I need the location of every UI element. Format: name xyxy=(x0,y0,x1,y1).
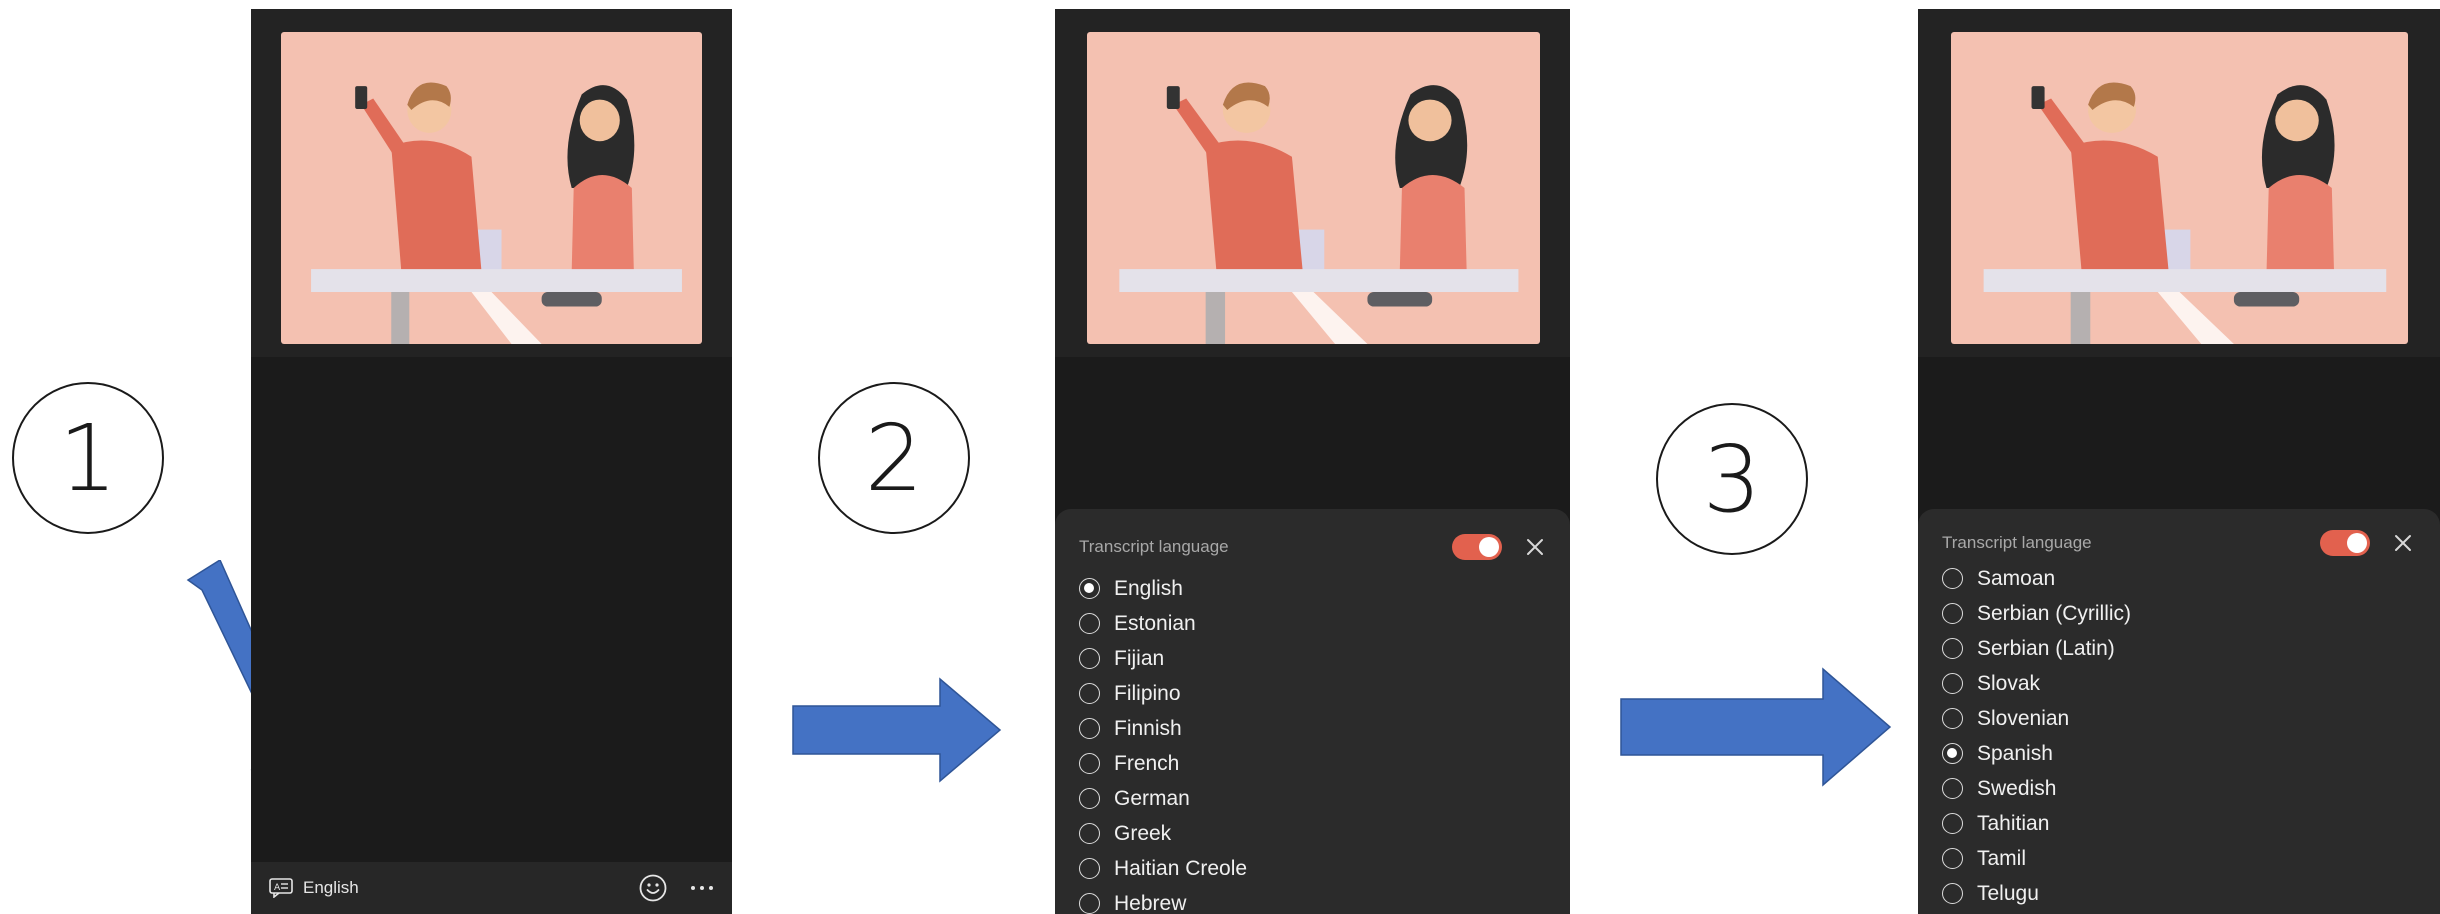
sheet-title: Transcript language xyxy=(1079,537,1229,556)
step-2-circle: 2 xyxy=(818,382,970,534)
language-option[interactable]: Tahitian xyxy=(1942,806,2416,841)
language-list: Samoan Serbian (Cyrillic) Serbian (Latin) S… xyxy=(1942,561,2416,911)
language-option[interactable]: Estonian xyxy=(1079,606,1546,641)
close-icon[interactable] xyxy=(2392,532,2414,554)
radio-unselected-icon[interactable] xyxy=(1079,823,1100,844)
radio-unselected-icon[interactable] xyxy=(1079,788,1100,809)
video-tile xyxy=(1918,9,2440,357)
language-option[interactable]: Finnish xyxy=(1079,711,1546,746)
language-option[interactable]: Fijian xyxy=(1079,641,1546,676)
phone-screen-2: Transcript language English Estonian Fijia… xyxy=(1055,9,1570,914)
meeting-illustration xyxy=(1951,32,2408,344)
language-option[interactable]: Telugu xyxy=(1942,876,2416,911)
language-option-label: Greek xyxy=(1114,821,1172,845)
language-option-label: Telugu xyxy=(1977,881,2039,905)
svg-text:A: A xyxy=(274,883,281,893)
language-option[interactable]: Hebrew xyxy=(1079,886,1546,914)
smiley-icon[interactable] xyxy=(638,873,668,903)
toggle-knob xyxy=(1479,537,1499,557)
radio-unselected-icon[interactable] xyxy=(1079,718,1100,739)
video-tile xyxy=(251,9,732,357)
language-option[interactable]: Spanish xyxy=(1942,736,2416,771)
language-option[interactable]: French xyxy=(1079,746,1546,781)
transcript-toggle[interactable] xyxy=(2320,530,2370,556)
language-option[interactable]: Tamil xyxy=(1942,841,2416,876)
language-option-label: Serbian (Latin) xyxy=(1977,636,2115,660)
language-option-label: French xyxy=(1114,751,1180,775)
language-option-label: Tamil xyxy=(1977,846,2027,870)
right-arrow-1 xyxy=(792,677,1002,783)
language-option[interactable]: German xyxy=(1079,781,1546,816)
language-option[interactable]: Greek xyxy=(1079,816,1546,851)
language-label: English xyxy=(303,878,359,897)
language-option-label: Spanish xyxy=(1977,741,2053,765)
transcript-language-sheet: Transcript language English Estonian Fijia… xyxy=(1055,509,1570,914)
toggle-knob xyxy=(2347,533,2367,553)
step-1-circle: 1 xyxy=(12,382,164,534)
language-option-label: English xyxy=(1114,576,1183,600)
radio-unselected-icon[interactable] xyxy=(1079,648,1100,669)
language-list: English Estonian Fijian Filipino Finnish Fren… xyxy=(1079,571,1546,914)
language-option[interactable]: Haitian Creole xyxy=(1079,851,1546,886)
language-option[interactable]: Swedish xyxy=(1942,771,2416,806)
phone-screen-3: Transcript language Samoan Serbian (Cyril… xyxy=(1918,9,2440,914)
radio-unselected-icon[interactable] xyxy=(1079,753,1100,774)
language-option[interactable]: Samoan xyxy=(1942,561,2416,596)
language-option-label: Estonian xyxy=(1114,611,1196,635)
radio-unselected-icon[interactable] xyxy=(1079,613,1100,634)
language-button[interactable]: A English xyxy=(269,878,359,898)
radio-unselected-icon[interactable] xyxy=(1079,683,1100,704)
language-option-label: German xyxy=(1114,786,1190,810)
language-option-label: Tahitian xyxy=(1977,811,2050,835)
radio-unselected-icon[interactable] xyxy=(1942,778,1963,799)
bottom-bar: A English xyxy=(251,862,732,914)
phone-screen-1: A English xyxy=(251,9,732,914)
language-option[interactable]: Serbian (Latin) xyxy=(1942,631,2416,666)
radio-unselected-icon[interactable] xyxy=(1942,568,1963,589)
radio-unselected-icon[interactable] xyxy=(1942,673,1963,694)
language-option[interactable]: English xyxy=(1079,571,1546,606)
language-option[interactable]: Filipino xyxy=(1079,676,1546,711)
radio-selected-icon[interactable] xyxy=(1942,743,1963,764)
captions-icon: A xyxy=(269,878,293,898)
close-icon[interactable] xyxy=(1524,536,1546,558)
radio-unselected-icon[interactable] xyxy=(1942,603,1963,624)
language-option-label: Serbian (Cyrillic) xyxy=(1977,601,2132,625)
language-option[interactable]: Serbian (Cyrillic) xyxy=(1942,596,2416,631)
meeting-illustration xyxy=(1087,32,1540,344)
radio-unselected-icon[interactable] xyxy=(1079,858,1100,879)
language-option-label: Finnish xyxy=(1114,716,1182,740)
language-option-label: Slovak xyxy=(1977,671,2041,695)
radio-unselected-icon[interactable] xyxy=(1942,883,1963,904)
radio-unselected-icon[interactable] xyxy=(1942,708,1963,729)
language-option-label: Swedish xyxy=(1977,776,2057,800)
radio-selected-icon[interactable] xyxy=(1079,578,1100,599)
transcript-language-sheet: Transcript language Samoan Serbian (Cyril… xyxy=(1918,509,2440,914)
video-tile xyxy=(1055,9,1570,357)
language-option[interactable]: Slovak xyxy=(1942,666,2416,701)
transcript-toggle[interactable] xyxy=(1452,534,1502,560)
radio-unselected-icon[interactable] xyxy=(1942,638,1963,659)
language-option-label: Fijian xyxy=(1114,646,1165,670)
language-option-label: Filipino xyxy=(1114,681,1181,705)
more-dots-icon[interactable] xyxy=(690,884,714,892)
language-option-label: Slovenian xyxy=(1977,706,2070,730)
radio-unselected-icon[interactable] xyxy=(1079,893,1100,914)
language-option[interactable]: Slovenian xyxy=(1942,701,2416,736)
meeting-illustration xyxy=(281,32,702,344)
language-option-label: Haitian Creole xyxy=(1114,856,1248,880)
right-arrow-2 xyxy=(1620,667,1892,787)
language-option-label: Samoan xyxy=(1977,566,2056,590)
radio-unselected-icon[interactable] xyxy=(1942,848,1963,869)
language-option-label: Hebrew xyxy=(1114,891,1187,914)
step-3-circle: 3 xyxy=(1656,403,1808,555)
sheet-title: Transcript language xyxy=(1942,533,2092,552)
sheet-header: Transcript language xyxy=(1079,529,1546,565)
sheet-header: Transcript language xyxy=(1942,525,2416,561)
radio-unselected-icon[interactable] xyxy=(1942,813,1963,834)
